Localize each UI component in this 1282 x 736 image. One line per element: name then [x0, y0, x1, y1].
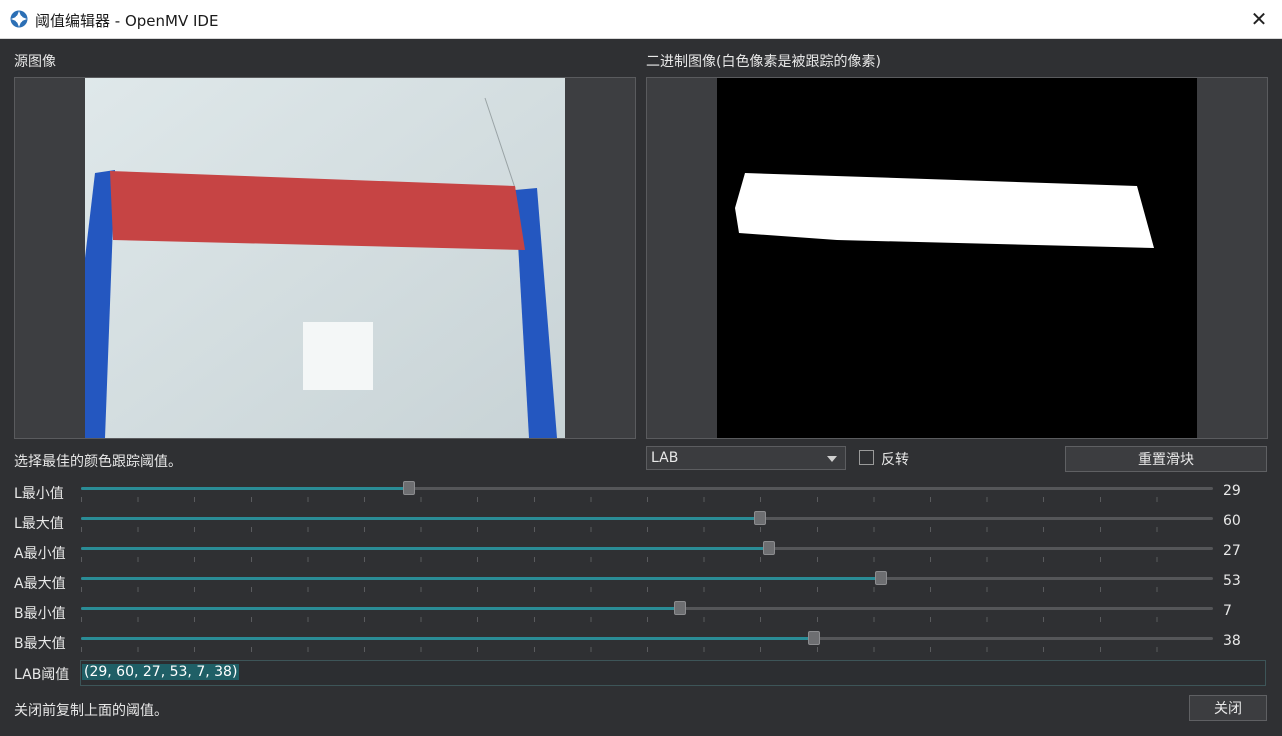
binary-frame: [717, 78, 1197, 438]
slider-ticks: [81, 617, 1213, 622]
slider-fill: [81, 577, 881, 580]
slider-ticks: [81, 587, 1213, 592]
slider-ticks: [81, 527, 1213, 532]
slider-ticks: [81, 647, 1213, 652]
slider-label: A最小值: [14, 546, 66, 562]
slider-fill: [81, 637, 815, 640]
slider-track[interactable]: [81, 571, 1213, 585]
threshold-field[interactable]: [80, 660, 1266, 686]
source-image-label: 源图像: [14, 54, 56, 70]
slider-value: 7: [1223, 603, 1232, 619]
slider-handle[interactable]: [874, 571, 887, 585]
slider-handle[interactable]: [403, 481, 416, 495]
binary-image: [717, 78, 1197, 438]
slider-label: B最小值: [14, 606, 66, 622]
slider-value: 29: [1223, 483, 1241, 499]
close-icon: ✕: [1250, 7, 1268, 31]
slider-value: 38: [1223, 633, 1241, 649]
slider-l-max: L最大值 60: [0, 507, 1282, 537]
threshold-label: LAB阈值: [14, 667, 70, 683]
reset-sliders-button[interactable]: 重置滑块: [1065, 446, 1267, 472]
source-image-panel: [14, 77, 636, 439]
slider-track[interactable]: [81, 601, 1213, 615]
slider-track[interactable]: [81, 481, 1213, 495]
slider-value: 60: [1223, 513, 1241, 529]
hint-text: 选择最佳的颜色跟踪阈值。: [14, 454, 182, 470]
slider-a-max: A最大值 53: [0, 567, 1282, 597]
slider-label: L最小值: [14, 486, 64, 502]
slider-fill: [81, 487, 410, 490]
slider-ticks: [81, 497, 1213, 502]
footer-hint: 关闭前复制上面的阈值。: [14, 703, 168, 719]
slider-label: B最大值: [14, 636, 66, 652]
slider-fill: [81, 517, 761, 520]
slider-handle[interactable]: [762, 541, 775, 555]
slider-fill: [81, 607, 681, 610]
slider-b-max: B最大值 38: [0, 627, 1282, 657]
invert-checkbox[interactable]: [859, 450, 874, 465]
colorspace-dropdown[interactable]: LAB: [646, 446, 846, 470]
slider-handle[interactable]: [754, 511, 767, 525]
slider-value: 27: [1223, 543, 1241, 559]
binary-image-label: 二进制图像(白色像素是被跟踪的像素): [646, 54, 881, 70]
chevron-down-icon: [827, 456, 837, 462]
slider-a-min: A最小值 27: [0, 537, 1282, 567]
slider-label: L最大值: [14, 516, 64, 532]
slider-ticks: [81, 557, 1213, 562]
close-button[interactable]: 关闭: [1189, 695, 1267, 721]
slider-l-min: L最小值 29: [0, 477, 1282, 507]
slider-fill: [81, 547, 769, 550]
window-title: 阈值编辑器 - OpenMV IDE: [35, 12, 219, 30]
threshold-value[interactable]: (29, 60, 27, 53, 7, 38): [82, 664, 240, 680]
invert-label: 反转: [881, 452, 909, 468]
reset-sliders-label: 重置滑块: [1138, 452, 1194, 468]
colorspace-selected: LAB: [651, 450, 679, 466]
slider-track[interactable]: [81, 511, 1213, 525]
slider-label: A最大值: [14, 576, 66, 592]
camera-frame: [85, 78, 565, 438]
camera-image: [85, 78, 565, 438]
slider-b-min: B最小值 7: [0, 597, 1282, 627]
binary-image-panel: [646, 77, 1268, 439]
slider-track[interactable]: [81, 541, 1213, 555]
slider-handle[interactable]: [674, 601, 687, 615]
slider-value: 53: [1223, 573, 1241, 589]
title-bar: 阈值编辑器 - OpenMV IDE ✕: [0, 0, 1282, 39]
close-button-label: 关闭: [1214, 701, 1242, 717]
slider-track[interactable]: [81, 631, 1213, 645]
slider-handle[interactable]: [808, 631, 821, 645]
close-window-button[interactable]: ✕: [1236, 0, 1282, 38]
openmv-logo-icon: [10, 10, 28, 28]
